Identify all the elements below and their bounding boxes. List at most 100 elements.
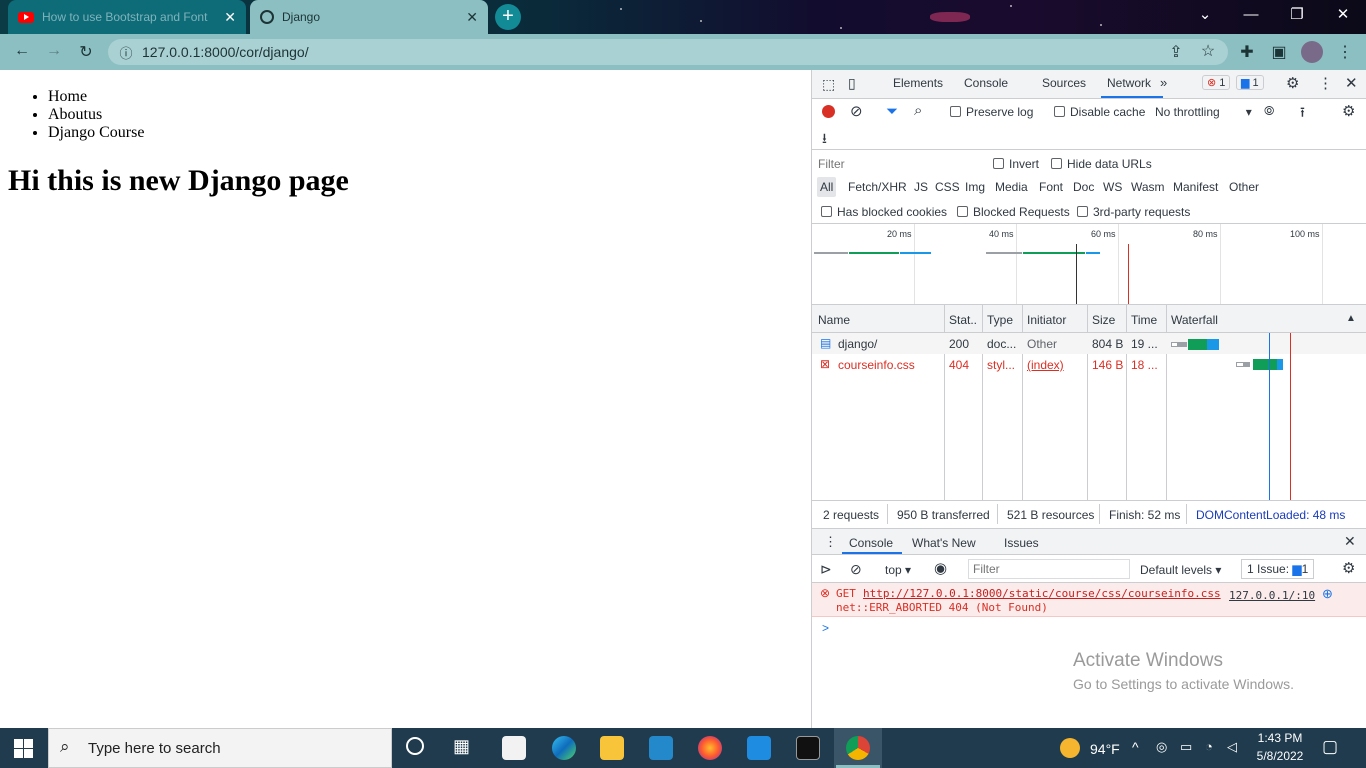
edge-icon[interactable] [552, 736, 576, 760]
notifications-icon[interactable]: ▢ [1322, 737, 1338, 757]
column-time[interactable]: Time [1131, 313, 1157, 327]
tab-elements[interactable]: Elements [893, 76, 943, 90]
tab-youtube[interactable]: How to use Bootstrap and Font ✕ [8, 0, 246, 34]
back-icon[interactable]: ← [10, 42, 34, 60]
record-icon[interactable] [822, 105, 835, 118]
issues-button[interactable]: 1 Issue: ▆1 [1241, 559, 1315, 579]
settings-gear-icon[interactable]: ⚙ [1286, 74, 1299, 92]
type-filter-doc[interactable]: Doc [1073, 180, 1094, 194]
wifi-icon[interactable]: ◔ [1205, 739, 1213, 754]
request-name[interactable]: courseinfo.css [838, 358, 915, 372]
vscode-icon[interactable] [649, 736, 673, 760]
clock-time[interactable]: 1:43 PM [1255, 731, 1305, 745]
blocked-requests-checkbox[interactable]: Blocked Requests [957, 205, 1070, 219]
site-info-icon[interactable]: ⓘ [114, 43, 138, 62]
cortana-icon[interactable] [406, 737, 424, 755]
console-prompt[interactable]: > [822, 621, 829, 635]
type-filter-css[interactable]: CSS [935, 180, 960, 194]
column-type[interactable]: Type [987, 313, 1013, 327]
network-settings-icon[interactable]: ⚙ [1342, 102, 1355, 120]
drawer-tab-whats-new[interactable]: What's New [912, 536, 976, 550]
tab-network[interactable]: Network [1107, 76, 1151, 90]
weather-icon[interactable] [1060, 738, 1080, 758]
column-size[interactable]: Size [1092, 313, 1115, 327]
console-sidebar-icon[interactable]: ⊳ [820, 561, 832, 578]
import-har-icon[interactable]: ⭱ [1300, 102, 1305, 126]
column-initiator[interactable]: Initiator [1027, 313, 1066, 327]
volume-icon[interactable]: ◁ [1227, 739, 1237, 755]
table-row[interactable] [812, 333, 1366, 354]
url-text[interactable]: 127.0.0.1:8000/cor/django/ [142, 44, 309, 60]
disable-cache-checkbox[interactable]: Disable cache [1054, 105, 1145, 119]
windows-start-icon[interactable] [14, 739, 33, 758]
network-conditions-icon[interactable]: ⦾ [1264, 103, 1274, 119]
drawer-menu-icon[interactable]: ⋮ [824, 534, 837, 550]
device-toolbar-icon[interactable]: ▯ [848, 75, 856, 92]
context-select[interactable]: top ▾ [885, 563, 911, 577]
battery-icon[interactable]: ▭ [1180, 739, 1192, 755]
type-filter-font[interactable]: Font [1039, 180, 1063, 194]
invert-checkbox[interactable]: Invert [993, 157, 1039, 171]
drawer-tab-console[interactable]: Console [849, 536, 893, 550]
network-filter-input[interactable] [816, 154, 980, 174]
new-tab-button[interactable]: + [495, 4, 521, 30]
console-clear-icon[interactable]: ⊘ [850, 561, 862, 578]
inspect-icon[interactable]: ⬚ [822, 76, 835, 93]
side-panel-icon[interactable]: ▣ [1267, 42, 1291, 62]
task-view-icon[interactable]: ▦ [453, 736, 470, 757]
sort-arrow-icon[interactable]: ▲ [1346, 313, 1356, 324]
column-status[interactable]: Stat.. [949, 313, 977, 327]
type-filter-all[interactable]: All [817, 177, 837, 197]
menu-icon[interactable]: ⋮ [1333, 42, 1357, 62]
tab-search-icon[interactable]: ⌄ [1182, 0, 1228, 30]
more-tabs-icon[interactable]: » [1160, 75, 1167, 90]
minimize-button[interactable]: — [1228, 0, 1274, 30]
column-waterfall[interactable]: Waterfall [1171, 313, 1218, 327]
tab-console[interactable]: Console [964, 76, 1008, 90]
console-settings-icon[interactable]: ⚙ [1342, 559, 1355, 577]
close-tab-icon[interactable]: ✕ [466, 9, 478, 26]
close-devtools-icon[interactable]: ✕ [1345, 74, 1358, 92]
mail-icon[interactable] [747, 736, 771, 760]
restore-button[interactable]: ❐ [1274, 0, 1320, 30]
error-count-badge[interactable]: ⊗ 1 [1202, 75, 1231, 90]
type-filter-fetch-xhr[interactable]: Fetch/XHR [848, 180, 907, 194]
type-filter-media[interactable]: Media [995, 180, 1028, 194]
drawer-tab-issues[interactable]: Issues [1004, 536, 1039, 550]
meet-now-icon[interactable]: ◎ [1156, 739, 1167, 755]
avatar[interactable] [1301, 41, 1323, 63]
firefox-icon[interactable] [698, 736, 722, 760]
network-panel-link-icon[interactable]: ⊕ [1322, 586, 1333, 602]
show-hidden-icons-chevron-icon[interactable]: ^ [1132, 739, 1139, 755]
live-expression-eye-icon[interactable]: ◉ [934, 559, 947, 577]
tab-sources[interactable]: Sources [1042, 76, 1086, 90]
bookmark-star-icon[interactable]: ☆ [1196, 41, 1220, 61]
file-explorer-icon[interactable] [600, 736, 624, 760]
third-party-requests-checkbox[interactable]: 3rd-party requests [1077, 205, 1190, 219]
store-icon[interactable] [502, 736, 526, 760]
type-filter-wasm[interactable]: Wasm [1131, 180, 1165, 194]
hide-data-urls-checkbox[interactable]: Hide data URLs [1051, 157, 1152, 171]
initiator-link[interactable]: (index) [1027, 358, 1064, 372]
search-icon[interactable]: ⌕ [914, 102, 922, 119]
error-source-link[interactable]: 127.0.0.1/:10 [1229, 589, 1315, 602]
forward-icon[interactable]: → [42, 42, 66, 60]
type-filter-js[interactable]: JS [914, 180, 928, 194]
close-window-button[interactable]: ✕ [1320, 0, 1366, 30]
type-filter-img[interactable]: Img [965, 180, 985, 194]
devtools-menu-icon[interactable]: ⋮ [1318, 74, 1333, 92]
clock-date[interactable]: 5/8/2022 [1255, 749, 1305, 763]
column-name[interactable]: Name [818, 313, 850, 327]
close-tab-icon[interactable]: ✕ [224, 9, 236, 26]
extensions-icon[interactable]: ✚ [1235, 42, 1259, 62]
type-filter-ws[interactable]: WS [1103, 180, 1122, 194]
request-name[interactable]: django/ [838, 337, 877, 351]
filter-icon[interactable]: ⏷ [886, 103, 898, 120]
tab-django[interactable]: Django ✕ [250, 0, 488, 34]
close-drawer-icon[interactable]: ✕ [1344, 533, 1356, 550]
issue-count-badge[interactable]: ▆ 1 [1236, 75, 1264, 90]
share-icon[interactable]: ⇪ [1164, 42, 1188, 62]
terminal-icon[interactable] [796, 736, 820, 760]
weather-temperature[interactable]: 94°F [1090, 741, 1120, 757]
reload-icon[interactable]: ↻ [74, 42, 98, 62]
